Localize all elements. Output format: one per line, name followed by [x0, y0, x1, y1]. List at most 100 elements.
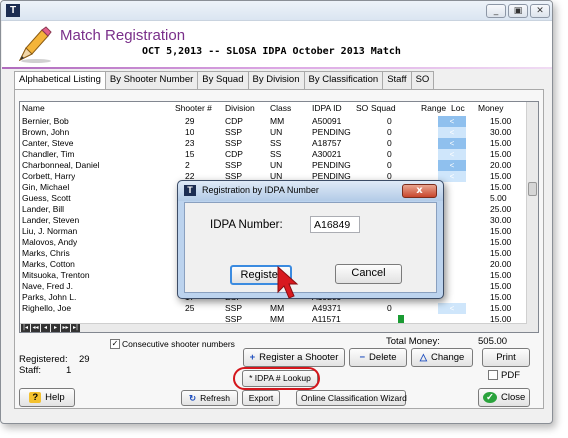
grid-vertical-scrollbar[interactable]: [526, 102, 538, 332]
staff-label: Staff:: [19, 365, 42, 376]
cell-money: 30.00: [490, 215, 512, 225]
cell-div: SSP: [225, 303, 243, 313]
table-row[interactable]: < Bernier, Bob 29 CDP MM A50091 0 15.00: [20, 116, 528, 127]
nav-next-icon[interactable]: ▸: [51, 324, 60, 332]
cell-cls: MM: [270, 303, 285, 313]
column-header-class[interactable]: Class: [270, 103, 291, 114]
cell-id: A30021: [312, 149, 342, 159]
cell-squad: 0: [387, 149, 392, 159]
register-shooter-button[interactable]: + Register a Shooter: [243, 348, 345, 367]
title-bar[interactable]: T _ ▣ ✕: [1, 1, 552, 21]
pdf-label: PDF: [501, 370, 520, 381]
column-header-squad[interactable]: Squad: [371, 103, 396, 114]
grid-header: Name Shooter # Division Class IDPA ID SO…: [20, 103, 528, 115]
nav-next-page-icon[interactable]: ▸▸: [61, 324, 70, 332]
header-banner: Match Registration OCT 5,2013 -- SLOSA I…: [2, 21, 552, 67]
idpa-number-input[interactable]: [310, 216, 360, 233]
dialog-title-bar[interactable]: T Registration by IDPA Number x: [178, 181, 443, 201]
export-button[interactable]: Export: [242, 390, 280, 406]
column-header-shooter-number[interactable]: Shooter #: [175, 103, 212, 114]
cell-cls: SS: [270, 138, 282, 148]
range-cell: <: [438, 149, 466, 160]
record-navigator: |◂ ◂◂ ◂ ▸ ▸▸ ▸|: [20, 323, 527, 332]
cell-num: 10: [185, 127, 195, 137]
cell-money: 15.00: [490, 270, 512, 280]
cell-name: Nave, Fred J.: [22, 281, 74, 291]
refresh-icon: ↻: [189, 393, 197, 403]
range-cell: <: [438, 127, 466, 138]
cell-money: 5.00: [490, 193, 507, 203]
column-header-money[interactable]: Money: [478, 103, 504, 114]
cell-id: PENDING: [312, 127, 351, 137]
cell-name: Brown, John: [22, 127, 70, 137]
nav-prev-page-icon[interactable]: ◂◂: [31, 324, 40, 332]
tab-alphabetical-listing[interactable]: Alphabetical Listing: [14, 71, 106, 90]
tab-by-squad[interactable]: By Squad: [197, 71, 249, 89]
minus-icon: −: [359, 352, 366, 363]
registered-count: 29: [79, 354, 90, 365]
nav-prev-icon[interactable]: ◂: [41, 324, 50, 332]
column-header-division[interactable]: Division: [225, 103, 255, 114]
column-header-range[interactable]: Range: [421, 103, 446, 114]
range-cell: <: [438, 116, 466, 127]
column-header-loc[interactable]: Loc: [451, 103, 465, 114]
pencil-icon: [18, 26, 52, 63]
print-button[interactable]: Print: [482, 348, 530, 367]
dialog-close-button[interactable]: x: [402, 184, 437, 198]
cell-id: A49371: [312, 303, 342, 313]
cell-money: 15.00: [490, 138, 512, 148]
column-header-name[interactable]: Name: [22, 103, 45, 114]
table-row[interactable]: < Brown, John 10 SSP UN PENDING 0 30.00: [20, 127, 528, 138]
table-row[interactable]: < Righello, Joe 25 SSP MM A49371 0 15.00: [20, 303, 528, 314]
tab-by-classification[interactable]: By Classification: [303, 71, 384, 89]
app-logo-icon: T: [6, 4, 20, 17]
cell-name: Bernier, Bob: [22, 116, 69, 126]
column-header-idpa-id[interactable]: IDPA ID: [312, 103, 342, 114]
help-icon: ?: [29, 392, 42, 403]
cell-cls: MM: [270, 116, 285, 126]
close-button[interactable]: ✓ Close: [478, 388, 530, 407]
cell-money: 15.00: [490, 237, 512, 247]
cell-name: Liu, J. Norman: [22, 226, 78, 236]
tab-by-shooter-number[interactable]: By Shooter Number: [104, 71, 199, 89]
dialog-body: IDPA Number: Register Cancel: [184, 202, 437, 293]
cell-name: Marks, Cotton: [22, 259, 75, 269]
tab-so[interactable]: SO: [410, 71, 435, 89]
online-classification-wizard-button[interactable]: Online Classification Wizard: [296, 390, 407, 406]
delete-button[interactable]: − Delete: [349, 348, 407, 367]
table-row[interactable]: < Chandler, Tim 15 CDP SS A30021 0 15.00: [20, 149, 528, 160]
cell-name: Guess, Scott: [22, 193, 71, 203]
total-money-value: 505.00: [478, 336, 508, 347]
minimize-button[interactable]: _: [486, 4, 506, 18]
highlight-ring: [233, 367, 320, 390]
nav-last-icon[interactable]: ▸|: [71, 324, 80, 332]
column-header-so[interactable]: SO: [356, 103, 368, 114]
dialog-cancel-button[interactable]: Cancel: [335, 264, 402, 284]
consecutive-numbers-label: Consecutive shooter numbers: [122, 339, 235, 349]
nav-first-icon[interactable]: |◂: [21, 324, 30, 332]
cell-squad: 0: [387, 138, 392, 148]
consecutive-numbers-checkbox[interactable]: ✓: [110, 339, 120, 349]
cell-money: 15.00: [490, 292, 512, 302]
close-window-button[interactable]: ✕: [530, 4, 550, 18]
cell-name: Malovos, Andy: [22, 237, 78, 247]
change-button[interactable]: △ Change: [411, 348, 473, 367]
cell-div: CDP: [225, 149, 243, 159]
cell-num: 15: [185, 149, 195, 159]
maximize-button[interactable]: ▣: [508, 4, 528, 18]
scrollbar-thumb[interactable]: [528, 182, 537, 196]
cell-name: Chandler, Tim: [22, 149, 75, 159]
table-row[interactable]: < Canter, Steve 23 SSP SS A18757 0 15.00: [20, 138, 528, 149]
tab-by-division[interactable]: By Division: [247, 71, 305, 89]
refresh-button[interactable]: ↻ Refresh: [181, 390, 238, 406]
tab-staff[interactable]: Staff: [382, 71, 412, 89]
cell-div: CDP: [225, 116, 243, 126]
cell-name: Lander, Bill: [22, 204, 65, 214]
table-row[interactable]: < Charbonneal, Daniel 2 SSP UN PENDING 0 20.00: [20, 160, 528, 171]
cell-name: Marks, Chris: [22, 248, 70, 258]
cell-id: A18757: [312, 138, 342, 148]
cell-num: 23: [185, 138, 195, 148]
cell-money: 15.00: [490, 149, 512, 159]
help-button[interactable]: ? Help: [19, 388, 75, 407]
pdf-checkbox[interactable]: [488, 370, 498, 380]
